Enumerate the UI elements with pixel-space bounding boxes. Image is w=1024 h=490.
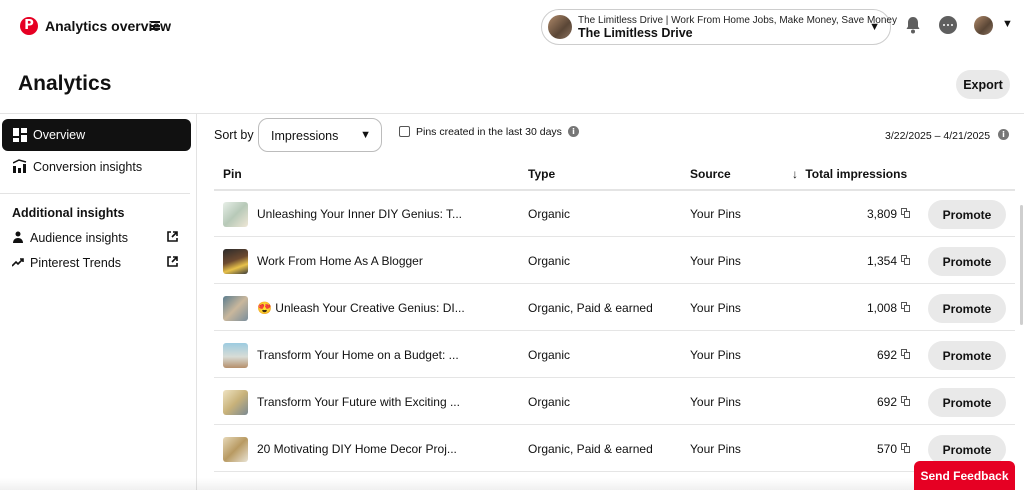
- sidebar-item-audience-insights[interactable]: Audience insights: [12, 229, 180, 247]
- column-header-total-impressions[interactable]: ↓ Total impressions: [792, 167, 907, 181]
- sidebar-item-label: Pinterest Trends: [30, 256, 122, 270]
- chevron-down-icon: ▼: [360, 129, 371, 141]
- copy-icon: [901, 208, 910, 218]
- pin-title[interactable]: 20 Motivating DIY Home Decor Proj...: [257, 442, 457, 456]
- table-row[interactable]: Work From Home As A Blogger Organic Your…: [214, 237, 1015, 284]
- copy-icon: [901, 349, 910, 359]
- scroll-fade: [0, 478, 914, 490]
- scrollbar[interactable]: [1020, 205, 1023, 325]
- pin-type: Organic: [528, 207, 571, 221]
- pin-type: Organic, Paid & earned: [528, 301, 653, 315]
- table-row[interactable]: Transform Your Home on a Budget: ... Org…: [214, 331, 1015, 378]
- pin-impressions: 692: [876, 348, 897, 362]
- table-row[interactable]: Transform Your Future with Exciting ... …: [214, 378, 1015, 425]
- pin-impressions: 1,354: [866, 254, 897, 268]
- promote-button[interactable]: Promote: [928, 435, 1006, 464]
- person-icon: [13, 231, 23, 243]
- additional-insights-heading: Additional insights: [12, 206, 125, 220]
- pinterest-logo-icon[interactable]: P: [20, 17, 38, 35]
- sort-select[interactable]: Impressions ▼: [258, 118, 382, 152]
- pin-source: Your Pins: [690, 207, 741, 221]
- checkbox-label: Pins created in the last 30 days: [416, 126, 562, 138]
- pin-source: Your Pins: [690, 395, 741, 409]
- page-title: Analytics: [18, 72, 112, 95]
- top-bar: P Analytics overview The Limitless Drive…: [0, 0, 1024, 52]
- table-row[interactable]: 20 Motivating DIY Home Decor Proj... Org…: [214, 425, 1015, 472]
- notifications-bell-icon[interactable]: [905, 16, 921, 34]
- table-row[interactable]: Unleashing Your Inner DIY Genius: T... O…: [214, 190, 1015, 237]
- pin-source: Your Pins: [690, 442, 741, 456]
- copy-icon: [901, 302, 910, 312]
- divider: [196, 113, 197, 490]
- pins-last-30-days-checkbox[interactable]: [399, 126, 410, 137]
- sidebar-item-label: Audience insights: [30, 231, 128, 245]
- sort-by-label: Sort by: [214, 128, 254, 142]
- column-header-type: Type: [528, 167, 556, 181]
- pin-type: Organic: [528, 348, 571, 362]
- pin-title[interactable]: 😍 Unleash Your Creative Genius: DI...: [257, 301, 465, 315]
- sidebar-item-label: Conversion insights: [33, 160, 143, 174]
- account-avatar: [548, 15, 572, 39]
- chevron-down-icon[interactable]: ▼: [1002, 18, 1013, 30]
- pin-source: Your Pins: [690, 301, 741, 315]
- promote-button[interactable]: Promote: [928, 341, 1006, 370]
- table-row[interactable]: 😍 Unleash Your Creative Genius: DI... Or…: [214, 284, 1015, 331]
- account-switcher[interactable]: The Limitless Drive | Work From Home Job…: [541, 9, 897, 45]
- dashboard-icon: [13, 128, 27, 142]
- pin-source: Your Pins: [690, 254, 741, 268]
- conversion-chart-icon: [13, 159, 27, 173]
- pin-source: Your Pins: [690, 348, 741, 362]
- send-feedback-button[interactable]: Send Feedback: [914, 461, 1015, 490]
- pin-thumbnail: [223, 249, 248, 274]
- info-icon[interactable]: i: [998, 129, 1009, 140]
- sort-arrow-down-icon: ↓: [792, 167, 798, 181]
- pin-thumbnail: [223, 390, 248, 415]
- promote-button[interactable]: Promote: [928, 388, 1006, 417]
- sidebar-item-overview[interactable]: Overview: [2, 119, 191, 151]
- export-button[interactable]: Export: [956, 70, 1010, 99]
- sidebar-item-label: Overview: [33, 128, 86, 142]
- pin-impressions: 3,809: [866, 207, 897, 221]
- copy-icon: [901, 396, 910, 406]
- pin-impressions: 570: [876, 442, 897, 456]
- menu-icon[interactable]: [151, 21, 160, 30]
- promote-button[interactable]: Promote: [928, 200, 1006, 229]
- pin-type: Organic: [528, 395, 571, 409]
- external-link-icon: [167, 256, 178, 267]
- user-avatar[interactable]: [974, 16, 993, 35]
- pin-impressions: 1,008: [866, 301, 897, 315]
- promote-button[interactable]: Promote: [928, 247, 1006, 276]
- pin-thumbnail: [223, 296, 248, 321]
- column-header-pin: Pin: [223, 167, 242, 181]
- info-icon[interactable]: i: [568, 126, 579, 137]
- divider: [0, 113, 1024, 114]
- pin-thumbnail: [223, 437, 248, 462]
- promote-button[interactable]: Promote: [928, 294, 1006, 323]
- pin-type: Organic: [528, 254, 571, 268]
- copy-icon: [901, 443, 910, 453]
- messages-icon[interactable]: [939, 16, 957, 34]
- pin-thumbnail: [223, 343, 248, 368]
- pin-type: Organic, Paid & earned: [528, 442, 653, 456]
- chevron-down-icon: ▼: [869, 21, 880, 33]
- pin-title[interactable]: Transform Your Future with Exciting ...: [257, 395, 460, 409]
- sidebar-item-conversion-insights[interactable]: Conversion insights: [2, 152, 191, 182]
- external-link-icon: [167, 231, 178, 242]
- pin-title[interactable]: Work From Home As A Blogger: [257, 254, 423, 268]
- pin-title[interactable]: Unleashing Your Inner DIY Genius: T...: [257, 207, 462, 221]
- trend-up-icon: [12, 258, 24, 267]
- column-header-source: Source: [690, 167, 731, 181]
- copy-icon: [901, 255, 910, 265]
- column-header-label: Total impressions: [805, 167, 908, 181]
- account-name: The Limitless Drive: [578, 26, 693, 40]
- account-subtitle: The Limitless Drive | Work From Home Job…: [578, 15, 897, 26]
- pin-title[interactable]: Transform Your Home on a Budget: ...: [257, 348, 459, 362]
- sidebar-item-pinterest-trends[interactable]: Pinterest Trends: [12, 254, 180, 272]
- pin-impressions: 692: [876, 395, 897, 409]
- pin-thumbnail: [223, 202, 248, 227]
- divider: [0, 193, 190, 194]
- sort-select-value: Impressions: [271, 129, 339, 143]
- date-range[interactable]: 3/22/2025 – 4/21/2025: [885, 130, 990, 142]
